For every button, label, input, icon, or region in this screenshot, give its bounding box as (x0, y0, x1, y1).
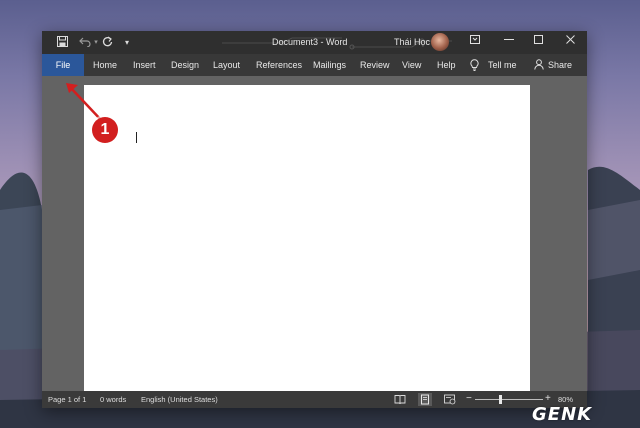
user-name[interactable]: Thái Học (394, 37, 430, 47)
language-status[interactable]: English (United States) (141, 395, 218, 404)
zoom-out-button[interactable]: − (466, 393, 472, 404)
maximize-icon[interactable] (525, 34, 551, 50)
status-bar: Page 1 of 1 0 words English (United Stat… (42, 391, 587, 408)
tab-review[interactable]: Review (360, 54, 390, 76)
web-layout-icon[interactable] (444, 394, 456, 405)
close-icon[interactable] (557, 34, 583, 50)
document-area (42, 76, 587, 391)
redo-icon[interactable] (100, 36, 114, 50)
document-page[interactable] (84, 85, 530, 391)
zoom-slider-thumb[interactable] (499, 395, 502, 404)
tab-help[interactable]: Help (437, 54, 456, 76)
zoom-slider-track[interactable] (475, 399, 543, 400)
zoom-in-button[interactable]: + (545, 393, 551, 404)
page-count[interactable]: Page 1 of 1 (48, 395, 86, 404)
ribbon-display-icon[interactable] (462, 34, 488, 50)
word-count[interactable]: 0 words (100, 395, 126, 404)
word-window: ▾ ▾ Document3 - Word Thái Học File Home … (42, 31, 587, 408)
customize-icon[interactable]: ▾ (120, 36, 134, 50)
lightbulb-icon[interactable] (470, 59, 479, 71)
share-button[interactable]: Share (548, 54, 572, 76)
window-title: Document3 - Word (272, 37, 348, 47)
tab-references[interactable]: References (256, 54, 302, 76)
step-number-badge: 1 (92, 117, 118, 143)
read-mode-icon[interactable] (394, 394, 406, 405)
tab-mailings[interactable]: Mailings (313, 54, 346, 76)
save-icon[interactable] (55, 36, 69, 50)
zoom-level[interactable]: 80% (558, 395, 573, 404)
ribbon-tabs: File Home Insert Design Layout Reference… (42, 54, 587, 76)
text-cursor (136, 132, 137, 143)
title-bar: ▾ ▾ Document3 - Word Thái Học (42, 31, 587, 54)
tab-view[interactable]: View (402, 54, 421, 76)
tab-insert[interactable]: Insert (133, 54, 156, 76)
print-layout-icon[interactable] (418, 393, 432, 406)
share-person-icon[interactable] (534, 59, 544, 71)
tab-home[interactable]: Home (93, 54, 117, 76)
minimize-icon[interactable] (496, 34, 522, 50)
tab-file[interactable]: File (42, 54, 84, 76)
avatar[interactable] (431, 33, 449, 51)
genk-watermark: GENK (532, 404, 593, 425)
tab-layout[interactable]: Layout (213, 54, 240, 76)
tell-me-search[interactable]: Tell me (488, 54, 517, 76)
tab-design[interactable]: Design (171, 54, 199, 76)
